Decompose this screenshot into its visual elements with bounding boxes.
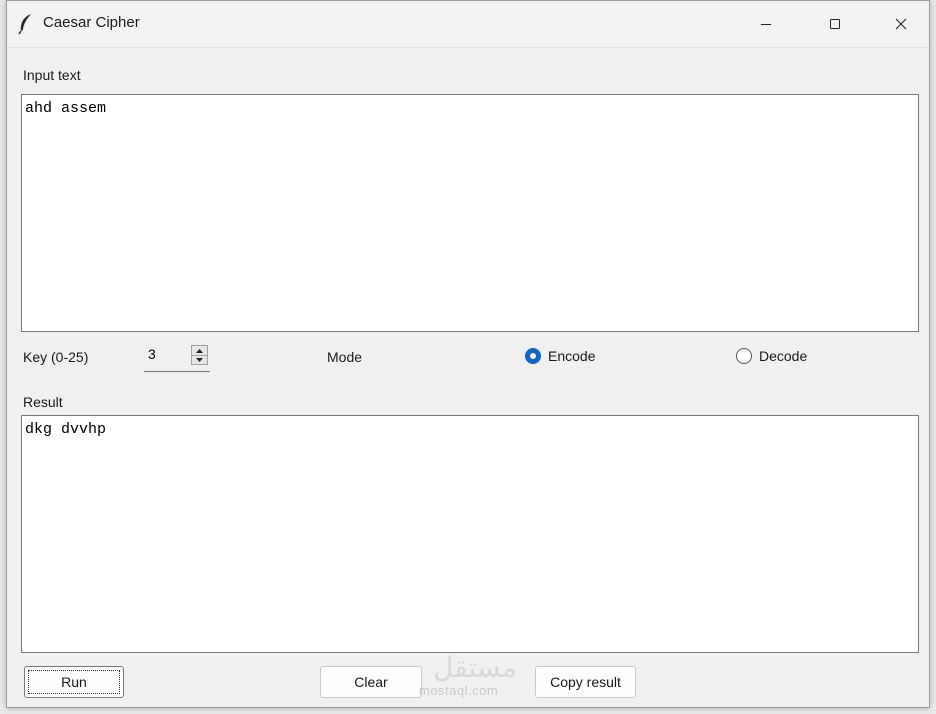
minimize-button[interactable] [743,1,789,47]
spin-down-button[interactable] [192,355,207,364]
arrow-up-icon [196,348,203,353]
radio-decode-label: Decode [759,348,808,364]
clear-button[interactable]: Clear [320,666,422,698]
close-button[interactable] [878,1,924,47]
radio-unselected-icon [736,348,752,364]
run-button[interactable]: Run [24,666,124,698]
arrow-down-icon [196,357,203,362]
key-value[interactable]: 3 [148,346,156,362]
watermark-logo: مستقل [433,651,517,684]
result-textarea[interactable]: dkg dvvhp [21,415,919,653]
clear-button-label: Clear [354,674,388,690]
title-bar[interactable]: Caesar Cipher [7,1,929,48]
maximize-button[interactable] [812,1,858,47]
radio-selected-icon [525,348,541,364]
radio-encode[interactable]: Encode [525,348,595,364]
close-icon [895,18,907,30]
window-title: Caesar Cipher [43,14,140,31]
input-textarea[interactable]: ahd assem [21,94,919,332]
radio-decode[interactable]: Decode [736,348,807,364]
copy-result-button-label: Copy result [550,674,621,690]
app-window: Caesar Cipher Input text ahd assem Key (… [6,0,930,708]
copy-result-button[interactable]: Copy result [535,666,636,698]
key-label: Key (0-25) [23,349,89,365]
minimize-icon [760,18,772,30]
watermark-arabic: مستقل [433,651,517,684]
watermark-text: mostaql.com [419,683,499,698]
feather-icon [17,13,35,35]
maximize-icon [829,18,841,30]
key-spinbox-buttons [191,345,208,365]
result-label: Result [23,394,63,410]
watermark: مستقل mostaql.com [415,647,535,703]
key-spinbox[interactable]: 3 [144,342,210,372]
focus-ring [28,670,120,694]
mode-label: Mode [327,349,363,365]
radio-encode-label: Encode [548,348,596,364]
input-text-label: Input text [23,67,81,83]
